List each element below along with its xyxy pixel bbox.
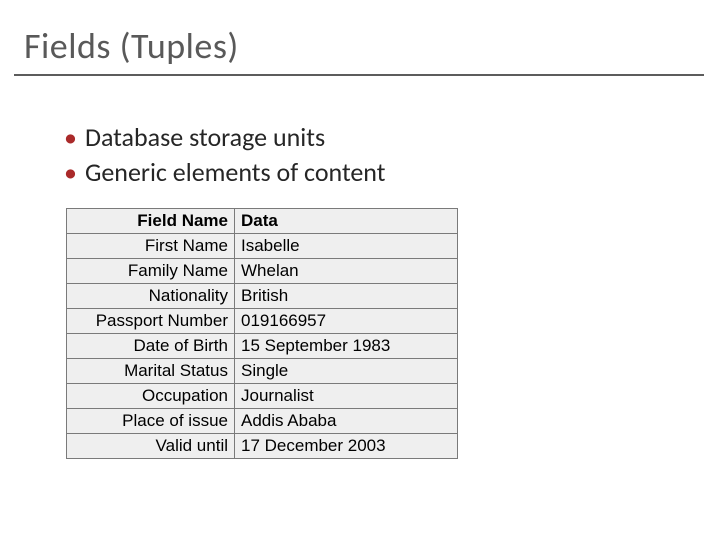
cell-label: Place of issue: [67, 409, 235, 434]
table-row: Family Name Whelan: [67, 259, 458, 284]
title-underline: [14, 74, 704, 76]
cell-label: Marital Status: [67, 359, 235, 384]
table-row: Nationality British: [67, 284, 458, 309]
cell-data: Isabelle: [235, 234, 458, 259]
table-row: Date of Birth 15 September 1983: [67, 334, 458, 359]
cell-data: British: [235, 284, 458, 309]
bullet-item: • Generic elements of content: [64, 155, 385, 190]
cell-data: 15 September 1983: [235, 334, 458, 359]
bullet-text: Database storage units: [85, 120, 325, 155]
cell-label: Family Name: [67, 259, 235, 284]
table-row: Occupation Journalist: [67, 384, 458, 409]
cell-label: Nationality: [67, 284, 235, 309]
cell-data: Addis Ababa: [235, 409, 458, 434]
table-row: Marital Status Single: [67, 359, 458, 384]
cell-label: Valid until: [67, 434, 235, 459]
slide-title: Fields (Tuples): [24, 24, 239, 68]
bullet-icon: •: [64, 159, 77, 185]
header-field-name: Field Name: [67, 209, 235, 234]
table-header-row: Field Name Data: [67, 209, 458, 234]
cell-label: Date of Birth: [67, 334, 235, 359]
bullet-item: • Database storage units: [64, 120, 385, 155]
table-row: Place of issue Addis Ababa: [67, 409, 458, 434]
fields-table-wrap: Field Name Data First Name Isabelle Fami…: [66, 208, 458, 459]
fields-table: Field Name Data First Name Isabelle Fami…: [66, 208, 458, 459]
cell-data: Whelan: [235, 259, 458, 284]
header-data: Data: [235, 209, 458, 234]
slide: Fields (Tuples) • Database storage units…: [0, 0, 720, 540]
bullet-list: • Database storage units • Generic eleme…: [64, 120, 385, 190]
cell-data: 17 December 2003: [235, 434, 458, 459]
cell-data: 019166957: [235, 309, 458, 334]
cell-data: Journalist: [235, 384, 458, 409]
table-row: First Name Isabelle: [67, 234, 458, 259]
bullet-icon: •: [64, 124, 77, 150]
table-row: Passport Number 019166957: [67, 309, 458, 334]
cell-label: First Name: [67, 234, 235, 259]
bullet-text: Generic elements of content: [85, 155, 386, 190]
cell-label: Occupation: [67, 384, 235, 409]
cell-data: Single: [235, 359, 458, 384]
cell-label: Passport Number: [67, 309, 235, 334]
table-row: Valid until 17 December 2003: [67, 434, 458, 459]
